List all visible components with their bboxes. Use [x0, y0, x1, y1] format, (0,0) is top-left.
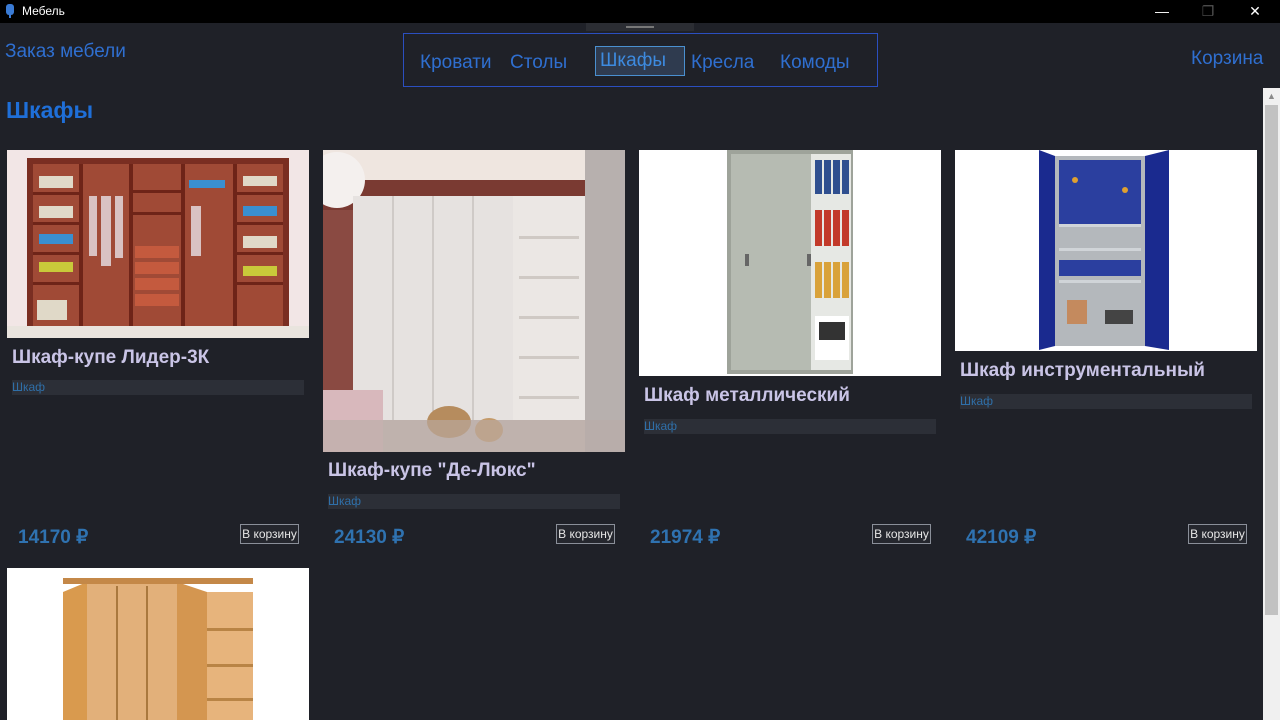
title-bar: Мебель — ❐ ✕ — [0, 0, 1280, 23]
product-card: Шкаф металлический Шкаф 21974 ₽ В корзин… — [639, 150, 941, 550]
product-type: Шкаф — [960, 394, 1252, 409]
product-image — [639, 150, 941, 376]
brand-link[interactable]: Заказ мебели — [5, 41, 126, 63]
product-image — [323, 150, 625, 452]
add-to-cart-button[interactable]: В корзину — [872, 524, 931, 544]
product-image — [7, 568, 309, 720]
scrollbar-thumb[interactable] — [1265, 105, 1278, 615]
minimize-button[interactable]: — — [1139, 0, 1185, 23]
product-image — [955, 150, 1257, 351]
product-price: 42109 ₽ — [966, 527, 1037, 548]
product-name: Шкаф-купе "Де-Люкс" — [328, 460, 536, 481]
maximize-button[interactable]: ❐ — [1185, 0, 1231, 23]
product-card: Шкаф инструментальный Шкаф 42109 ₽ В кор… — [955, 150, 1257, 550]
product-name: Шкаф инструментальный — [960, 360, 1205, 381]
product-card: Шкаф-купе Лидер-3К Шкаф 14170 ₽ В корзин… — [7, 150, 309, 550]
window-title: Мебель — [22, 4, 65, 18]
product-type: Шкаф — [644, 419, 936, 434]
close-button[interactable]: ✕ — [1232, 0, 1278, 23]
nav-item-tables[interactable]: Столы — [510, 49, 567, 77]
cart-link[interactable]: Корзина — [1191, 48, 1263, 70]
add-to-cart-button[interactable]: В корзину — [556, 524, 615, 544]
scroll-up-icon[interactable]: ▲ — [1263, 88, 1280, 105]
category-nav: Кровати Столы Шкафы Кресла Комоды — [403, 33, 878, 87]
product-image — [7, 150, 309, 338]
nav-item-dressers[interactable]: Комоды — [780, 49, 850, 77]
nav-item-wardrobes[interactable]: Шкафы — [595, 46, 685, 76]
nav-item-armchairs[interactable]: Кресла — [691, 49, 754, 77]
product-price: 21974 ₽ — [650, 527, 721, 548]
product-name: Шкаф металлический — [644, 385, 850, 406]
product-price: 14170 ₽ — [18, 527, 89, 548]
product-type: Шкаф — [328, 494, 620, 509]
vertical-scrollbar[interactable]: ▲ — [1263, 88, 1280, 720]
drag-handle[interactable] — [586, 23, 694, 31]
app-window: Мебель — ❐ ✕ Заказ мебели Кровати Столы … — [0, 0, 1280, 720]
app-icon — [6, 4, 14, 18]
product-card — [7, 568, 309, 720]
product-type: Шкаф — [12, 380, 304, 395]
product-price: 24130 ₽ — [334, 527, 405, 548]
section-title: Шкафы — [6, 97, 94, 123]
product-card: Шкаф-купе "Де-Люкс" Шкаф 24130 ₽ В корзи… — [323, 150, 625, 550]
nav-item-beds[interactable]: Кровати — [420, 49, 492, 77]
product-name: Шкаф-купе Лидер-3К — [12, 347, 210, 368]
add-to-cart-button[interactable]: В корзину — [240, 524, 299, 544]
add-to-cart-button[interactable]: В корзину — [1188, 524, 1247, 544]
